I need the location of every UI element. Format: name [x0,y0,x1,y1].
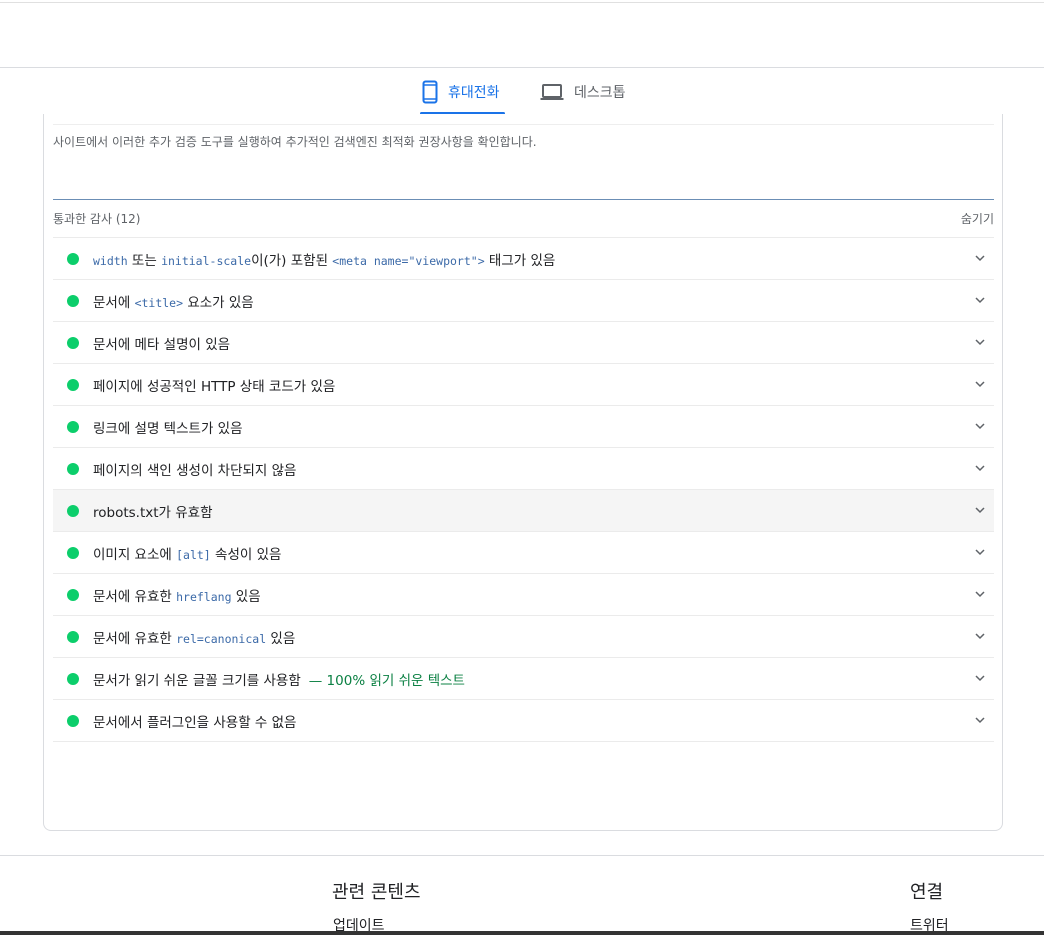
audit-title: 문서가 읽기 쉬운 글꼴 크기를 사용함 — 100% 읽기 쉬운 텍스트 [93,669,465,689]
audit-code-fragment: width [93,253,128,268]
chevron-down-icon[interactable] [974,714,986,726]
audit-title: 페이지의 색인 생성이 차단되지 않음 [93,459,296,479]
audit-item[interactable]: 문서에 <title> 요소가 있음 [53,279,994,321]
section-divider [53,199,994,200]
audit-code-fragment: initial-scale [161,253,252,268]
pass-dot-icon [67,420,79,433]
audit-text-fragment: 태그가 있음 [484,252,556,269]
related-content-heading: 관련 콘텐츠 [332,882,421,903]
chevron-down-icon[interactable] [974,420,986,432]
audit-text-fragment: 페이지의 색인 생성이 차단되지 않음 [93,462,297,479]
pass-dot-icon [67,252,79,265]
audit-text-fragment: 문서에서 플러그인을 사용할 수 없음 [93,714,297,731]
audit-item[interactable]: 문서에 유효한 hreflang 있음 [53,573,994,615]
tab-desktop-label: 데스크톱 [574,84,626,101]
audit-title: 이미지 요소에 [alt] 속성이 있음 [93,543,281,563]
smartphone-icon [422,80,438,104]
audit-text-fragment: 페이지에 성공적인 HTTP 상태 코드가 있음 [93,378,336,395]
card-divider [53,124,994,125]
chevron-down-icon[interactable] [974,672,986,684]
audit-text-fragment: 이(가) 포함된 [251,252,333,269]
chevron-down-icon[interactable] [974,630,986,642]
passed-audits-list: width 또는 initial-scale이(가) 포함된 <meta nam… [53,237,994,742]
chevron-down-icon[interactable] [974,378,986,390]
audit-title: 링크에 설명 텍스트가 있음 [93,417,243,437]
chevron-down-icon[interactable] [974,294,986,306]
bottom-bar [0,931,1044,935]
audit-text-fragment: 링크에 설명 텍스트가 있음 [93,420,243,437]
pass-dot-icon [67,714,79,727]
audit-title: 문서에 유효한 hreflang 있음 [93,585,261,605]
audit-item[interactable]: 문서에 유효한 rel=canonical 있음 [53,615,994,657]
tab-desktop[interactable]: 데스크톱 [540,68,640,115]
audit-text-fragment: 있음 [231,588,261,605]
pass-dot-icon [67,378,79,391]
laptop-icon [540,83,564,101]
pass-dot-icon [67,462,79,475]
audit-code-fragment: rel=canonical [176,631,267,646]
top-divider [0,2,1044,3]
pass-dot-icon [67,294,79,307]
manual-audits-description: 사이트에서 이러한 추가 검증 도구를 실행하여 추가적인 검색엔진 최적화 권… [53,135,537,149]
audit-item[interactable]: 페이지에 성공적인 HTTP 상태 코드가 있음 [53,363,994,405]
audit-title: robots.txt가 유효함 [93,501,213,521]
audit-text-fragment: 이미지 요소에 [93,546,177,563]
audit-text-fragment: 있음 [266,630,296,647]
chevron-down-icon[interactable] [974,336,986,348]
audit-item[interactable]: robots.txt가 유효함 [53,489,994,531]
chevron-down-icon[interactable] [974,252,986,264]
device-tabs: 휴대전화 데스크톱 [0,68,1044,116]
audit-item[interactable]: 이미지 요소에 [alt] 속성이 있음 [53,531,994,573]
audit-text-fragment: 문서에 [93,294,135,311]
pass-dot-icon [67,336,79,349]
audit-text-fragment: 문서에 메타 설명이 있음 [93,336,231,353]
tab-mobile[interactable]: 휴대전화 [420,68,506,115]
audit-text-fragment: 문서에 유효한 [93,630,177,647]
chevron-down-icon[interactable] [974,588,986,600]
audit-title: 페이지에 성공적인 HTTP 상태 코드가 있음 [93,375,335,395]
seo-results-card: 사이트에서 이러한 추가 검증 도구를 실행하여 추가적인 검색엔진 최적화 권… [43,114,1003,831]
connect-heading: 연결 [910,882,944,903]
audit-title: 문서에 유효한 rel=canonical 있음 [93,627,295,647]
chevron-down-icon[interactable] [974,504,986,516]
pass-dot-icon [67,588,79,601]
footer-divider [0,855,1044,856]
audit-title: width 또는 initial-scale이(가) 포함된 <meta nam… [93,249,555,269]
audit-text-fragment: robots.txt가 유효함 [93,504,213,521]
audit-item[interactable]: width 또는 initial-scale이(가) 포함된 <meta nam… [53,237,994,279]
audit-item[interactable]: 링크에 설명 텍스트가 있음 [53,405,994,447]
audit-display-value: — 100% 읽기 쉬운 텍스트 [308,672,465,689]
audit-text-fragment: 요소가 있음 [183,294,254,311]
passed-audits-title: 통과한 감사 (12) [53,211,141,226]
tabs-divider [0,67,1044,68]
pass-dot-icon [67,672,79,685]
hide-passed-audits-button[interactable]: 숨기기 [961,210,994,227]
audit-text-fragment: 문서에 유효한 [93,588,177,605]
audit-item[interactable]: 문서가 읽기 쉬운 글꼴 크기를 사용함 — 100% 읽기 쉬운 텍스트 [53,657,994,699]
pass-dot-icon [67,630,79,643]
audit-item[interactable]: 문서에서 플러그인을 사용할 수 없음 [53,699,994,742]
audit-text-fragment: 문서가 읽기 쉬운 글꼴 크기를 사용함 [93,672,301,689]
audit-item[interactable]: 문서에 메타 설명이 있음 [53,321,994,363]
audit-code-fragment: hreflang [176,589,232,604]
passed-audits-header: 통과한 감사 (12) 숨기기 [53,208,994,228]
pass-dot-icon [67,504,79,517]
pass-dot-icon [67,546,79,559]
audit-code-fragment: [alt] [176,547,211,562]
tab-mobile-label: 휴대전화 [448,84,500,101]
audit-title: 문서에 메타 설명이 있음 [93,333,230,353]
audit-title: 문서에 <title> 요소가 있음 [93,291,254,311]
audit-item[interactable]: 페이지의 색인 생성이 차단되지 않음 [53,447,994,489]
audit-text-fragment: 속성이 있음 [210,546,282,563]
chevron-down-icon[interactable] [974,546,986,558]
audit-text-fragment: 또는 [127,252,162,269]
audit-code-fragment: <meta name="viewport"> [332,253,485,268]
audit-title: 문서에서 플러그인을 사용할 수 없음 [93,711,296,731]
audit-code-fragment: <title> [134,295,184,310]
chevron-down-icon[interactable] [974,462,986,474]
